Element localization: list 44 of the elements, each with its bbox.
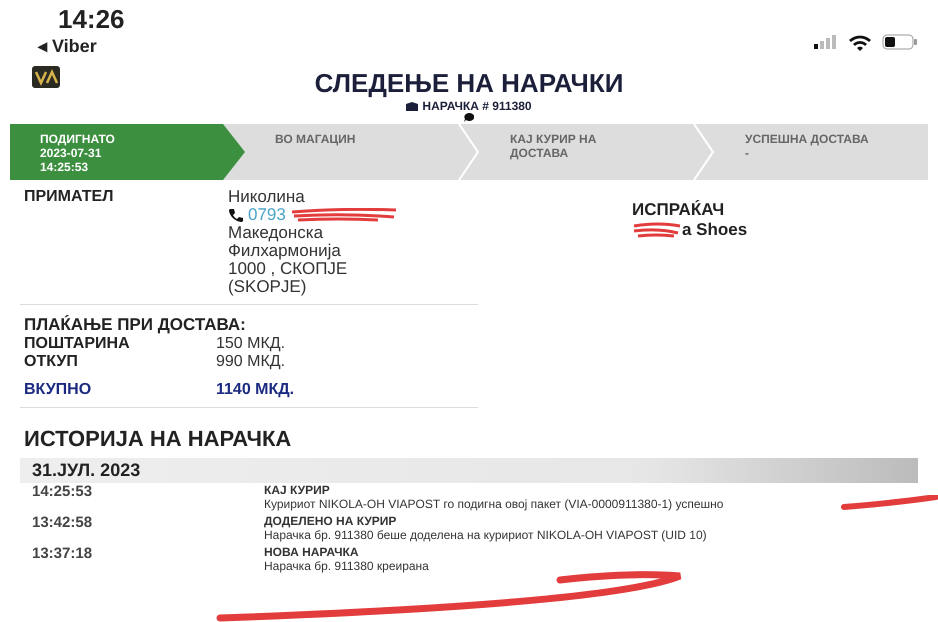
clock-time: 14:26 bbox=[58, 4, 124, 35]
event-time: 13:42:58 bbox=[32, 514, 94, 533]
progress-step: УСПЕШНА ДОСТАВА - bbox=[715, 124, 928, 180]
history-heading: ИСТОРИЈА НА НАРАЧКА bbox=[24, 426, 292, 452]
address-line: (SKOPJE) bbox=[228, 278, 308, 296]
sender-label: ИСПРАЌАЧ bbox=[632, 200, 726, 220]
address-line: Македонска bbox=[228, 224, 324, 242]
page-title: СЛЕДЕЊЕ НА НАРАЧКИ bbox=[314, 68, 624, 99]
chevron-icon bbox=[458, 124, 480, 180]
recipient-label: ПРИМАТЕЛ bbox=[24, 188, 114, 207]
order-number: НАРАЧКА # 911380 bbox=[422, 99, 532, 113]
chat-icon bbox=[464, 113, 474, 122]
battery-icon bbox=[882, 34, 918, 50]
signal-icon bbox=[814, 35, 838, 49]
event-description: Куририот NIKOLA-OH VIAPOST го подигна овој пакет (VIA-0000911380-1) успешно bbox=[264, 497, 724, 511]
progress-step: ВО МАГАЦИН bbox=[245, 124, 458, 180]
date-header: 31.ЈУЛ. 2023 bbox=[20, 458, 918, 483]
event-time: 13:37:18 bbox=[32, 545, 94, 564]
fee-label: ПОШТАРИНА bbox=[24, 335, 131, 353]
event-title: КАЈ КУРИР bbox=[264, 483, 331, 497]
event-description: Нарачка бр. 911380 беше доделена на куририот NIKOLA-OH VIAPOST (UID 10) bbox=[264, 528, 708, 542]
wifi-icon bbox=[848, 34, 872, 50]
payment-heading: ПЛАЌАЊЕ ПРИ ДОСТАВА: bbox=[24, 315, 247, 335]
total-value: 1140 МКД. bbox=[216, 381, 294, 399]
chevron-icon bbox=[693, 124, 715, 180]
logo-icon bbox=[32, 66, 60, 88]
arrow-tip-icon bbox=[223, 124, 245, 180]
event-description: Нарачка бр. 911380 креирана bbox=[264, 559, 430, 573]
recipient-name: Николина bbox=[228, 188, 306, 206]
total-label: ВКУПНО bbox=[24, 381, 92, 399]
fee-label: ОТКУП bbox=[24, 353, 79, 371]
box-icon bbox=[406, 102, 418, 110]
address-line: Филхармонија bbox=[228, 242, 342, 260]
event-title: ДОДЕЛЕНО НА КУРИР bbox=[264, 514, 398, 528]
sender-name: a Shoes bbox=[682, 220, 748, 240]
phone-icon bbox=[228, 208, 244, 222]
event-title: НОВА НАРАЧКА bbox=[264, 545, 360, 559]
address-line: 1000 , СКОПЈЕ bbox=[228, 260, 348, 278]
scribble-drawing bbox=[632, 222, 682, 238]
event-time: 14:25:53 bbox=[32, 483, 94, 502]
fee-value: 150 МКД. bbox=[216, 335, 286, 353]
progress-step: КАЈ КУРИР НА ДОСТАВА bbox=[480, 124, 693, 180]
back-link[interactable]: ◂ Viber bbox=[38, 35, 124, 57]
fee-value: 990 МКД. bbox=[216, 353, 286, 371]
